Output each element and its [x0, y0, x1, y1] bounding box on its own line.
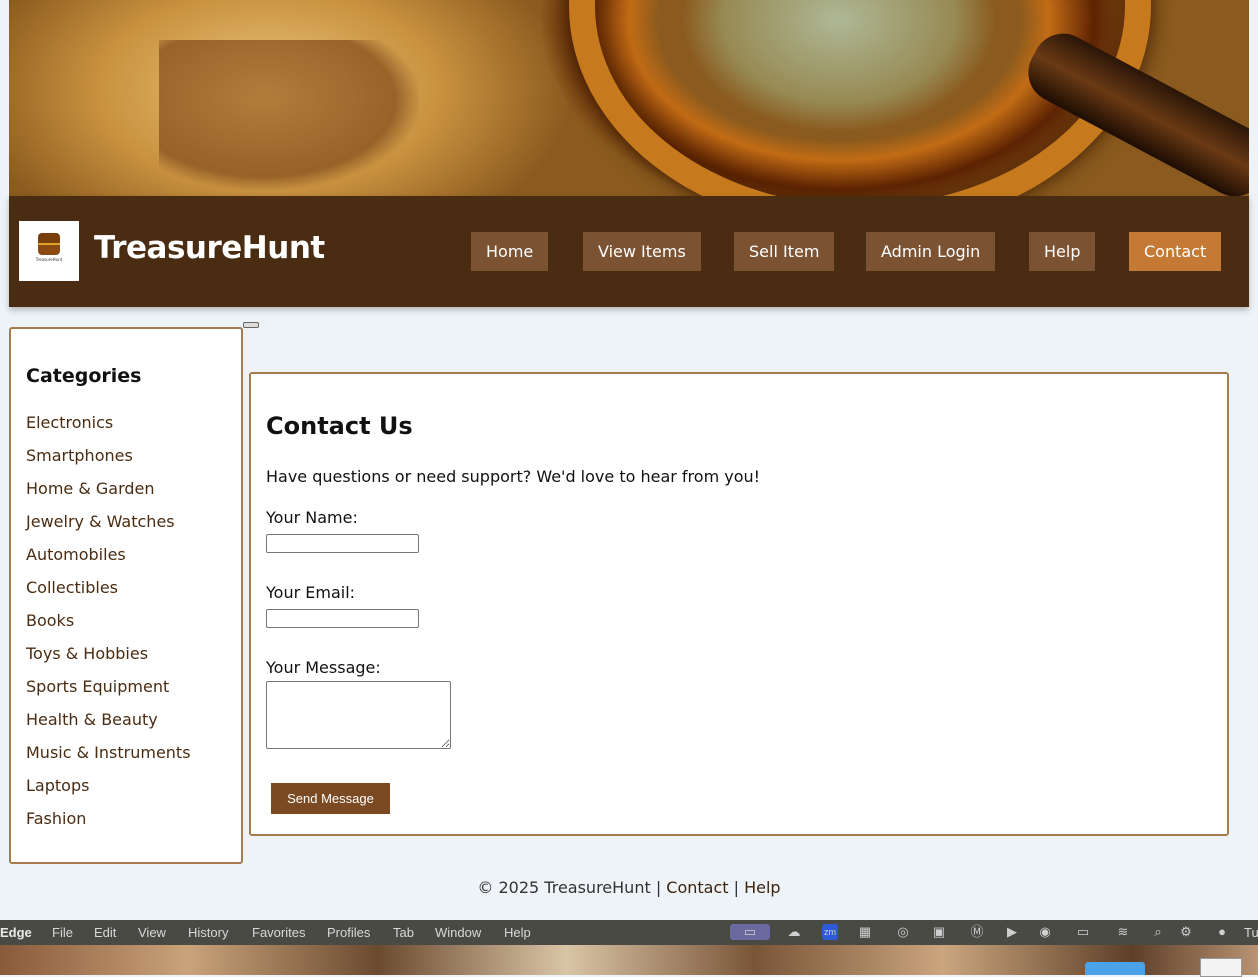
category-sports-equipment[interactable]: Sports Equipment — [26, 677, 169, 696]
menu-file[interactable]: File — [52, 925, 73, 940]
email-input[interactable] — [266, 609, 419, 628]
zoom-icon[interactable]: zm — [822, 924, 838, 940]
category-automobiles[interactable]: Automobiles — [26, 545, 126, 564]
logo[interactable]: TreasureHunt — [19, 221, 79, 281]
nav-view-items-button[interactable]: View Items — [583, 232, 701, 271]
menu-view[interactable]: View — [138, 925, 166, 940]
categories-sidebar: Categories Electronics Smartphones Home … — [9, 327, 243, 864]
treasure-chest-icon — [38, 233, 60, 255]
category-fashion[interactable]: Fashion — [26, 809, 86, 828]
footer-help-link[interactable]: Help — [744, 878, 780, 897]
menubar-clock[interactable]: Tu — [1244, 925, 1258, 940]
page-title: Contact Us — [266, 412, 413, 440]
macos-menu-bar: Edge File Edit View History Favorites Pr… — [0, 920, 1258, 945]
site-footer: © 2025 TreasureHunt | Contact | Help — [0, 878, 1258, 897]
category-books[interactable]: Books — [26, 611, 74, 630]
wifi-icon[interactable]: ≋ — [1115, 924, 1131, 940]
chrome-icon[interactable]: ◎ — [895, 924, 911, 940]
contact-panel: Contact Us Have questions or need suppor… — [249, 372, 1229, 836]
nav-sell-item-button[interactable]: Sell Item — [734, 232, 835, 271]
message-label: Your Message: — [266, 658, 381, 677]
site-header: TreasureHunt TreasureHunt Home View Item… — [9, 196, 1249, 307]
menu-tab[interactable]: Tab — [393, 925, 414, 940]
message-textarea[interactable] — [266, 681, 451, 749]
menu-app-name[interactable]: Edge — [0, 925, 32, 940]
category-collectibles[interactable]: Collectibles — [26, 578, 118, 597]
nav-admin-login-button[interactable]: Admin Login — [866, 232, 996, 271]
category-health-beauty[interactable]: Health & Beauty — [26, 710, 158, 729]
teams-icon[interactable]: ▣ — [931, 924, 947, 940]
footer-separator: | — [728, 878, 745, 897]
hero-banner-image — [9, 0, 1249, 196]
screen-share-icon[interactable]: ▭ — [730, 924, 770, 940]
send-message-button[interactable]: Send Message — [271, 783, 390, 814]
email-label: Your Email: — [266, 583, 356, 602]
menu-favorites[interactable]: Favorites — [252, 925, 305, 940]
battery-icon[interactable]: ▭ — [1070, 924, 1096, 940]
nav-home-button[interactable]: Home — [471, 232, 549, 271]
name-label: Your Name: — [266, 508, 358, 527]
menu-edit[interactable]: Edit — [94, 925, 116, 940]
meeting-icon[interactable]: Ⓜ — [969, 924, 985, 940]
name-input[interactable] — [266, 534, 419, 553]
calendar-icon[interactable]: ▦ — [857, 924, 873, 940]
contact-intro-text: Have questions or need support? We'd lov… — [266, 467, 761, 486]
menu-history[interactable]: History — [188, 925, 228, 940]
nav-help-button[interactable]: Help — [1029, 232, 1096, 271]
file-icon[interactable] — [1200, 958, 1242, 977]
sidebar-toggle-button[interactable] — [243, 322, 259, 328]
menu-window[interactable]: Window — [435, 925, 481, 940]
play-icon[interactable]: ▶ — [1004, 924, 1020, 940]
category-home-garden[interactable]: Home & Garden — [26, 479, 155, 498]
category-toys-hobbies[interactable]: Toys & Hobbies — [26, 644, 148, 663]
folder-icon[interactable] — [1085, 962, 1145, 975]
category-electronics[interactable]: Electronics — [26, 413, 113, 432]
category-laptops[interactable]: Laptops — [26, 776, 89, 795]
sidebar-title: Categories — [26, 365, 142, 387]
copyright-text: © 2025 TreasureHunt | — [477, 878, 667, 897]
menu-profiles[interactable]: Profiles — [327, 925, 370, 940]
footer-contact-link[interactable]: Contact — [666, 878, 728, 897]
category-smartphones[interactable]: Smartphones — [26, 446, 133, 465]
search-icon[interactable]: ⌕ — [1150, 924, 1166, 940]
map-decoration — [159, 40, 419, 190]
logo-text: TreasureHunt — [35, 257, 63, 262]
desktop-wallpaper — [0, 945, 1258, 975]
site-title[interactable]: TreasureHunt — [94, 230, 325, 266]
nav-contact-button[interactable]: Contact — [1129, 232, 1222, 271]
category-jewelry-watches[interactable]: Jewelry & Watches — [26, 512, 175, 531]
menu-help[interactable]: Help — [504, 925, 531, 940]
control-center-icon[interactable]: ⚙ — [1178, 924, 1194, 940]
cloud-icon[interactable]: ☁ — [786, 924, 802, 940]
category-music-instruments[interactable]: Music & Instruments — [26, 743, 191, 762]
airdrop-icon[interactable]: ◉ — [1037, 924, 1053, 940]
siri-icon[interactable]: ● — [1214, 924, 1230, 940]
